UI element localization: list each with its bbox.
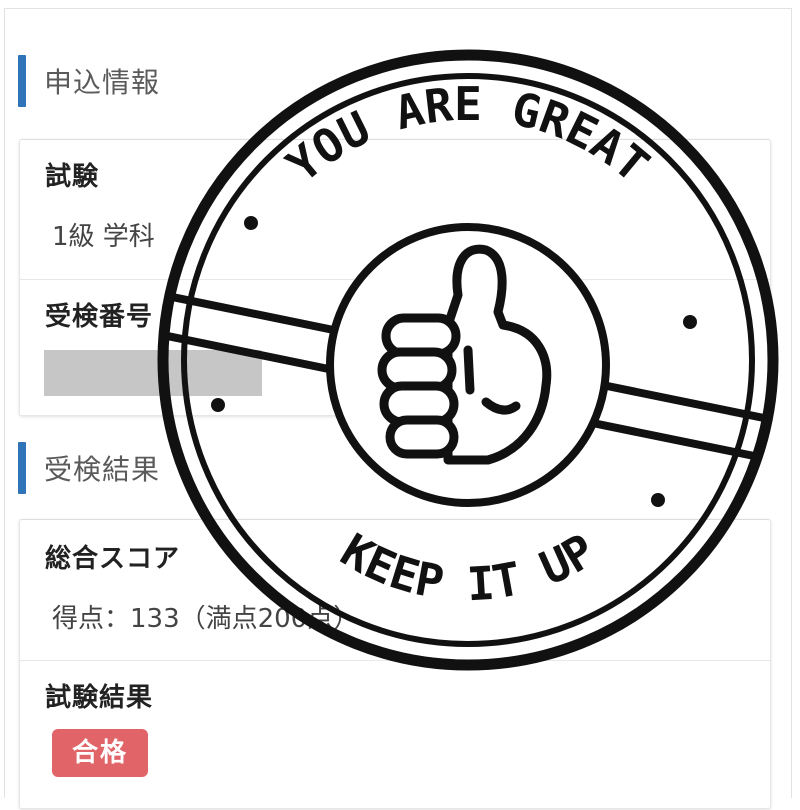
you-are-great-stamp: YOU ARE GREAT KEEP IT UP (148, 40, 788, 680)
section-title: 受検結果 (44, 453, 161, 486)
stamp-dot (651, 493, 665, 507)
exam-result-field: 試験結果 合格 (20, 660, 770, 810)
stamp-graphic: YOU ARE GREAT KEEP IT UP (157, 49, 779, 671)
pass-badge: 合格 (52, 729, 149, 777)
result-section-header: 受検結果 (18, 442, 161, 494)
section-accent-bar (18, 442, 26, 494)
stamp-top-text: YOU ARE GREAT (277, 77, 660, 193)
exam-number-label: 受検番号 (45, 302, 154, 332)
exam-result-label: 試験結果 (45, 683, 154, 713)
section-title: 申込情報 (44, 66, 161, 99)
stamp-dot (683, 315, 697, 329)
section-accent-bar (18, 55, 26, 107)
stamp-bottom-text: KEEP IT UP (332, 523, 604, 611)
exam-value: 1級 学科 (52, 222, 155, 252)
exam-label: 試験 (45, 162, 100, 192)
stamp-dot (211, 398, 225, 412)
application-section-header: 申込情報 (18, 55, 161, 107)
stamp-dot (244, 216, 258, 230)
